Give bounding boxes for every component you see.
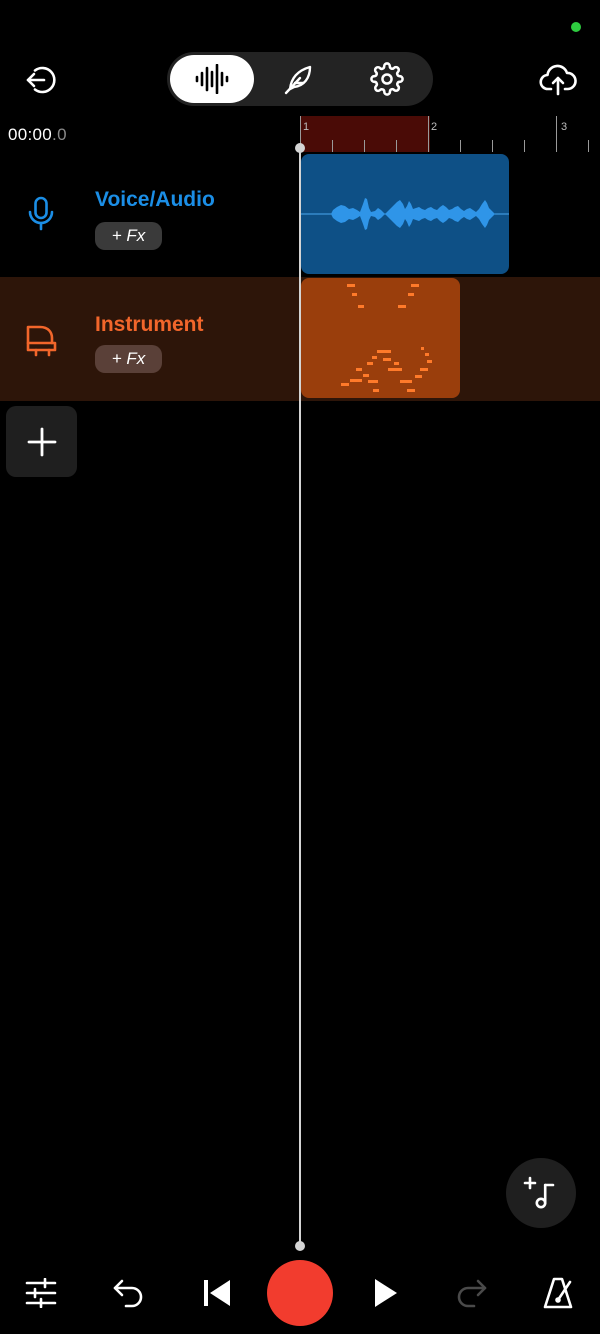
midi-clip[interactable] [301, 278, 460, 398]
ruler-bar-line [556, 116, 557, 152]
add-fx-button[interactable]: + Fx [95, 345, 162, 373]
metronome-icon [543, 1277, 573, 1309]
skip-to-start-button[interactable] [196, 1272, 238, 1314]
playhead-bottom-handle[interactable] [295, 1241, 305, 1251]
ruler-bar-line [428, 116, 429, 152]
playhead[interactable] [299, 148, 301, 1246]
add-note-icon [523, 1176, 555, 1209]
time-readout: 00:00.0 [8, 125, 67, 145]
undo-icon [113, 1279, 143, 1308]
midi-notes [341, 284, 432, 392]
microphone-icon [28, 196, 54, 231]
exit-button[interactable] [20, 59, 62, 101]
play-icon [375, 1279, 397, 1307]
add-note-button[interactable] [506, 1158, 576, 1228]
ruler-label: 2 [431, 121, 438, 133]
record-button[interactable] [267, 1260, 333, 1326]
mixer-icon [25, 1278, 57, 1308]
feather-icon [284, 65, 312, 95]
add-track-button[interactable] [6, 406, 77, 477]
metronome-button[interactable] [537, 1272, 579, 1314]
add-fx-button[interactable]: + Fx [95, 222, 162, 250]
ruler-beat-tick [460, 140, 461, 152]
ruler-beat-tick [332, 140, 333, 152]
audio-clip[interactable] [301, 154, 509, 274]
timeline-ruler[interactable]: 1 2 3 [300, 116, 600, 152]
view-mode-switch[interactable] [167, 52, 433, 106]
ruler-beat-tick [588, 140, 589, 152]
ruler-beat-tick [396, 140, 397, 152]
mode-lyrics[interactable] [257, 55, 341, 103]
loop-region[interactable] [300, 116, 430, 152]
track-icon [20, 193, 62, 235]
ruler-label: 1 [303, 121, 310, 133]
ruler-beat-tick [364, 140, 365, 152]
undo-button[interactable] [108, 1272, 150, 1314]
time-main: 00:00 [8, 125, 53, 144]
ruler-beat-tick [492, 140, 493, 152]
plus-icon [27, 427, 56, 456]
gear-icon [370, 62, 404, 96]
cloud-upload-icon [539, 64, 577, 96]
waveform-icon [195, 64, 229, 94]
redo-icon [457, 1279, 487, 1308]
track-icon [20, 319, 62, 361]
redo-button[interactable] [450, 1272, 492, 1314]
track-name[interactable]: Voice/Audio [95, 188, 215, 212]
time-fraction: .0 [52, 125, 67, 144]
piano-icon [26, 325, 57, 357]
play-button[interactable] [364, 1272, 406, 1314]
mode-waveform[interactable] [170, 55, 254, 103]
ruler-beat-tick [524, 140, 525, 152]
skip-to-start-icon [204, 1280, 230, 1306]
track-name[interactable]: Instrument [95, 313, 204, 337]
status-indicator [571, 22, 581, 32]
upload-button[interactable] [537, 59, 579, 101]
mixer-button[interactable] [20, 1272, 62, 1314]
ruler-label: 3 [561, 121, 568, 133]
exit-arrow-icon [26, 66, 56, 94]
mode-settings[interactable] [345, 55, 429, 103]
audio-waveform [301, 198, 509, 230]
playhead-top-handle[interactable] [295, 143, 305, 153]
